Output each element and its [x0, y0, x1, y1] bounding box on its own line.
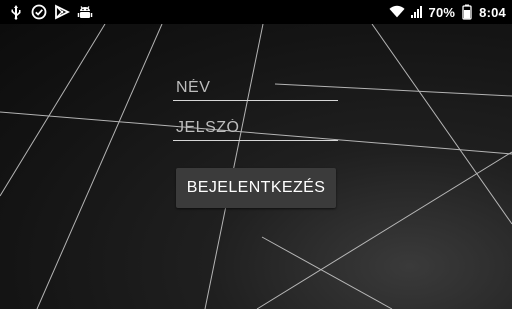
play-store-icon [54, 4, 70, 20]
cell-signal-icon [409, 4, 425, 20]
name-field[interactable] [173, 76, 338, 101]
decorative-line [371, 24, 512, 225]
battery-percent: 70% [428, 4, 456, 20]
decorative-line [261, 236, 393, 309]
wifi-icon [388, 4, 405, 20]
background [0, 24, 512, 309]
clock: 8:04 [479, 4, 506, 20]
battery-icon [459, 4, 475, 20]
password-field[interactable] [173, 116, 338, 141]
check-circle-icon [31, 4, 47, 20]
decorative-lines [0, 24, 512, 309]
password-input[interactable] [173, 116, 338, 140]
notification-icons [8, 3, 93, 21]
decorative-line [204, 24, 264, 309]
system-icons: 70% 8:04 [388, 3, 506, 21]
decorative-line [0, 24, 106, 197]
name-input[interactable] [173, 76, 338, 100]
usb-icon [8, 4, 24, 20]
decorative-line [36, 24, 163, 309]
login-button[interactable]: BEJELENTKEZÉS [176, 168, 336, 208]
android-debug-icon [77, 4, 93, 20]
status-bar: 70% 8:04 [0, 0, 512, 24]
